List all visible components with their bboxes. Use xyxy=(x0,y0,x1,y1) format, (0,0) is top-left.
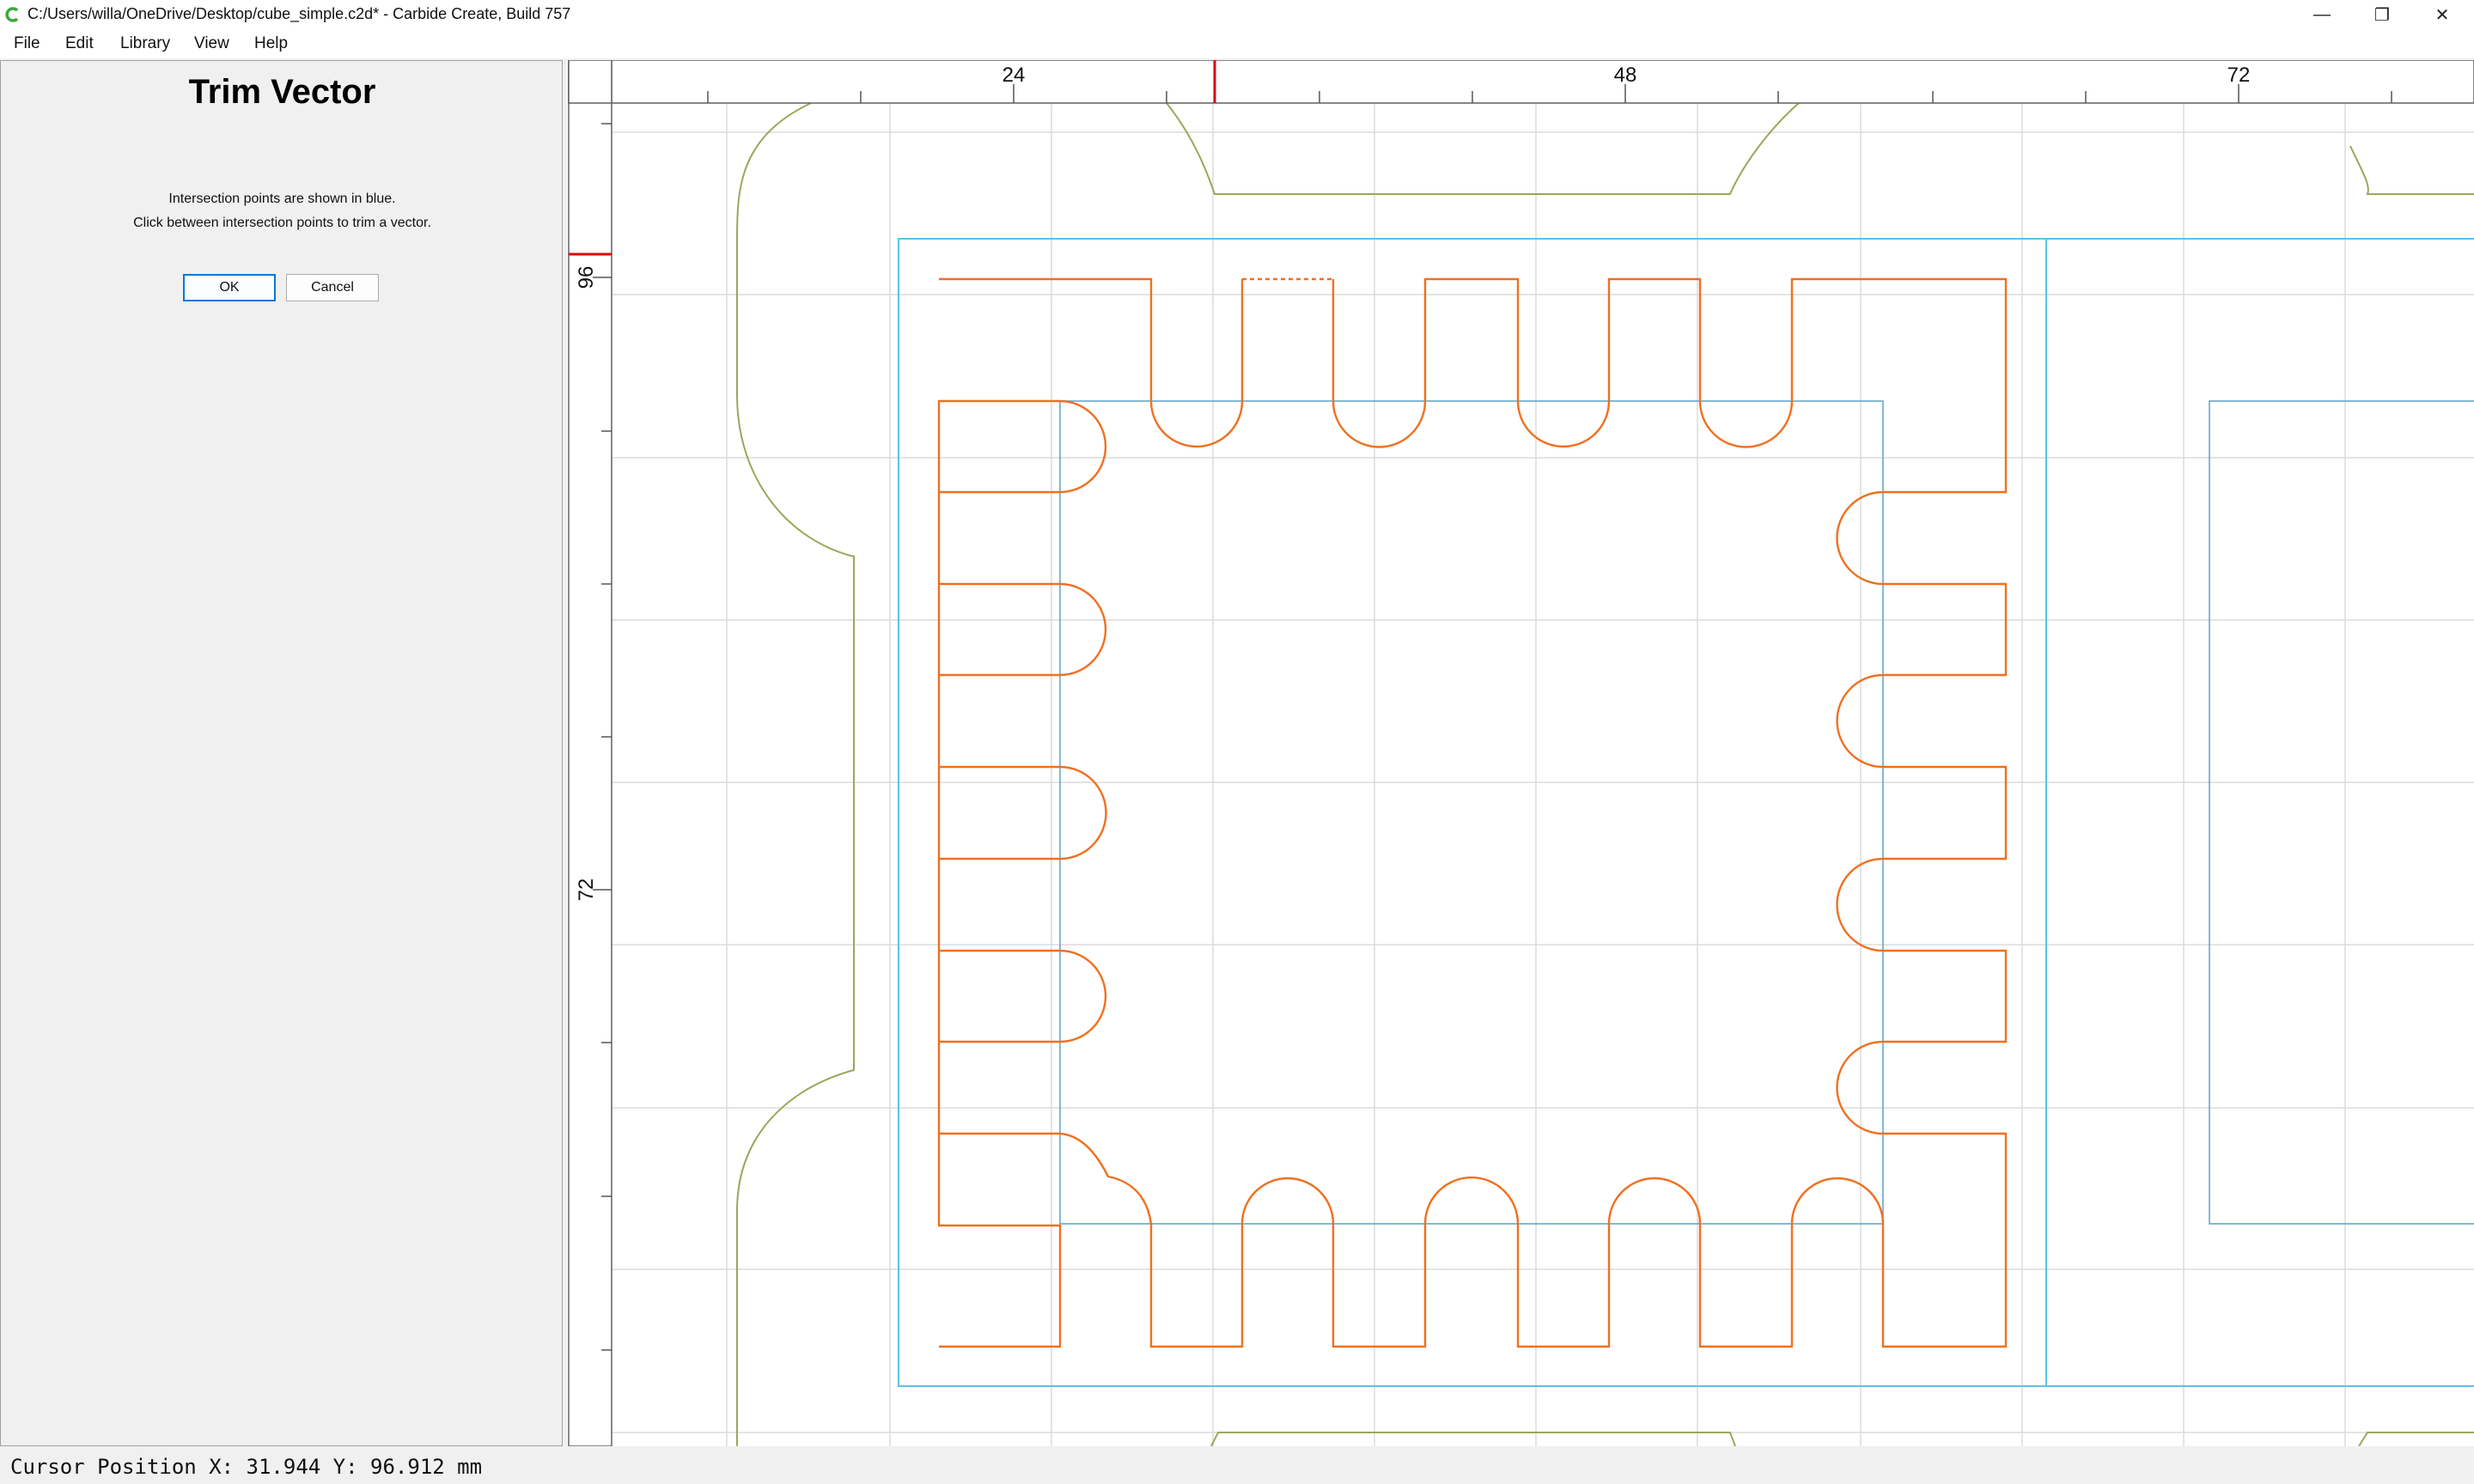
menu-bar: File Edit Library View Help xyxy=(0,29,2474,58)
ruler-label-top: 48 xyxy=(1614,64,1637,87)
instruction-line-2: Click between intersection points to tri… xyxy=(133,216,431,230)
menu-library[interactable]: Library xyxy=(120,34,170,53)
menu-file[interactable]: File xyxy=(14,34,40,53)
cursor-position: Cursor Position X: 31.944 Y: 96.912 mm xyxy=(10,1455,483,1479)
ruler-label-top: 72 xyxy=(2227,64,2251,87)
menu-help[interactable]: Help xyxy=(254,34,288,53)
restore-icon[interactable]: ❐ xyxy=(2352,0,2412,29)
close-icon[interactable]: ✕ xyxy=(2412,0,2472,29)
window-title: C:/Users/willa/OneDrive/Desktop/cube_sim… xyxy=(27,5,571,22)
menu-edit[interactable]: Edit xyxy=(65,34,94,53)
instruction-line-1: Intersection points are shown in blue. xyxy=(168,192,396,206)
ok-button[interactable]: OK xyxy=(183,274,276,301)
ruler-label-top: 24 xyxy=(1002,64,1026,87)
panel-title: Trim Vector xyxy=(188,73,376,111)
design-canvas[interactable]: 24 48 72 96 72 xyxy=(567,59,2474,1447)
minimize-icon[interactable]: — xyxy=(2292,0,2352,29)
menu-view[interactable]: View xyxy=(194,34,229,53)
carbide-create-icon xyxy=(5,7,19,22)
ruler-label-left: 96 xyxy=(575,266,598,289)
trim-vector-panel: Trim Vector Intersection points are show… xyxy=(0,60,563,1446)
title-bar: C:/Users/willa/OneDrive/Desktop/cube_sim… xyxy=(0,0,2474,29)
status-bar: Cursor Position X: 31.944 Y: 96.912 mm xyxy=(0,1450,2474,1484)
ruler-label-left: 72 xyxy=(575,879,598,902)
cancel-button[interactable]: Cancel xyxy=(286,274,379,301)
top-ruler xyxy=(568,59,2474,104)
canvas-svg[interactable]: 24 48 72 96 72 xyxy=(567,59,2474,1447)
